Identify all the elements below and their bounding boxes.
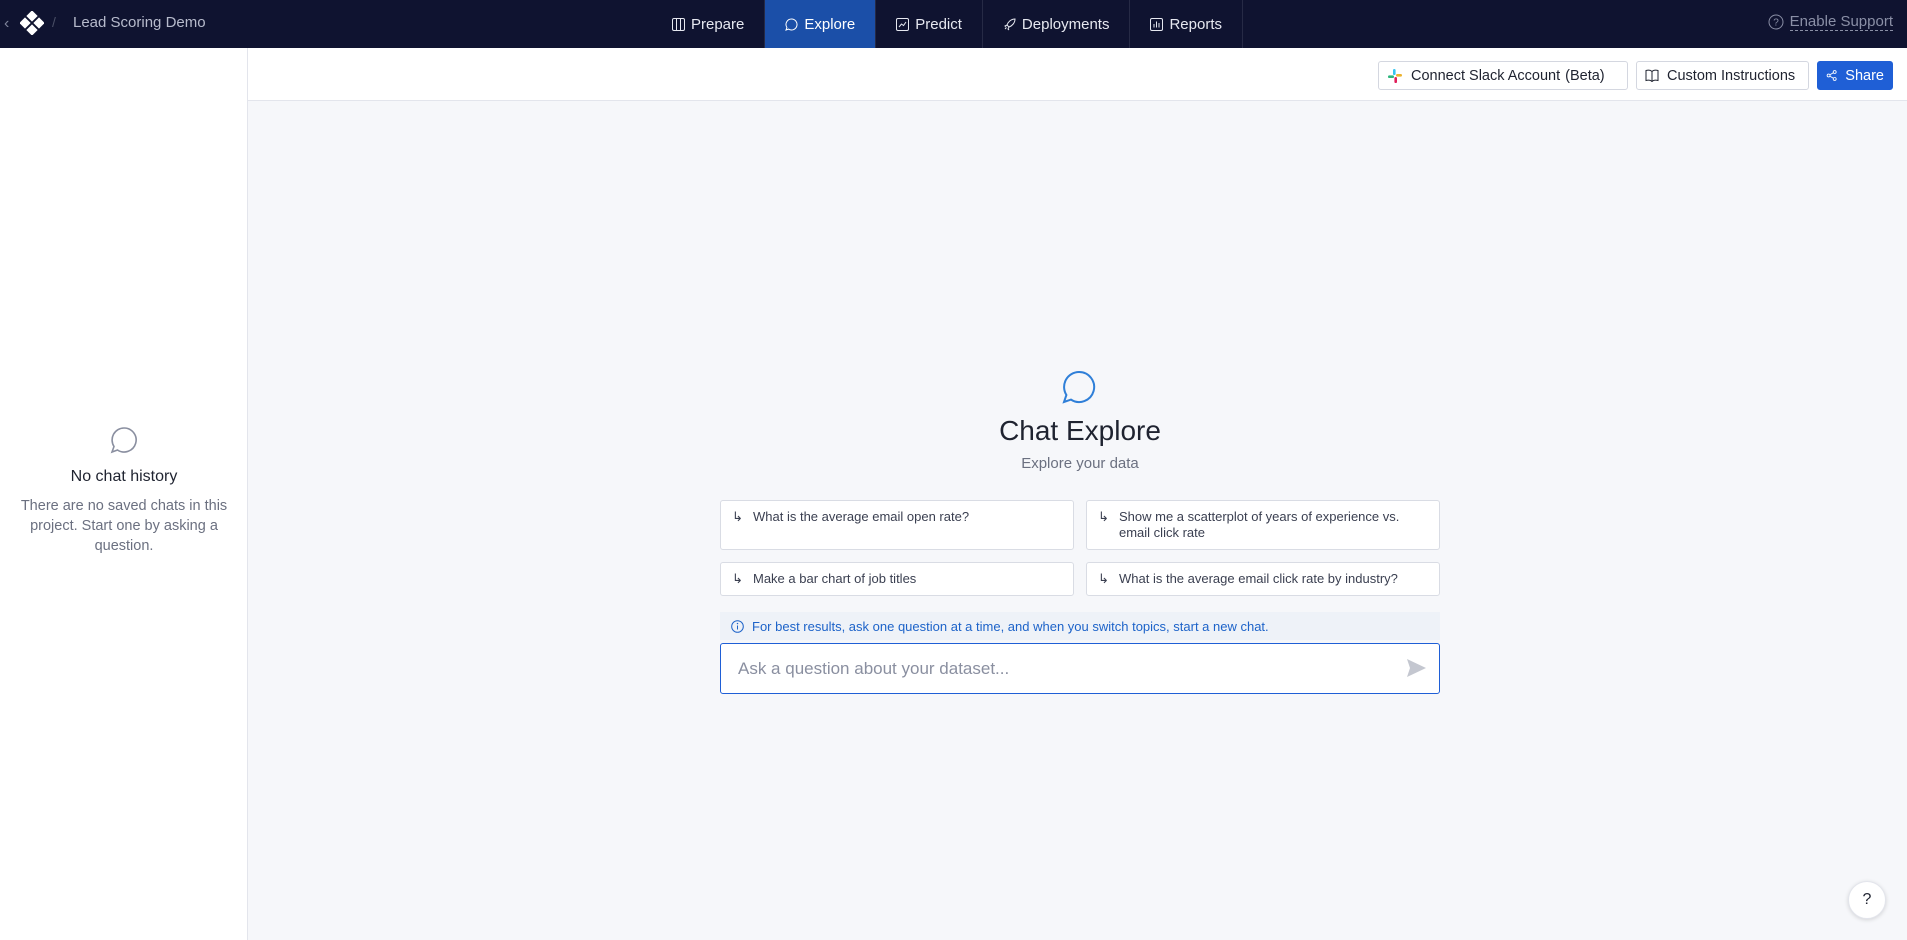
tab-label: Deployments: [1021, 15, 1110, 33]
tip-banner: For best results, ask one question at a …: [720, 612, 1440, 640]
chat-history-sidebar: No chat history There are no saved chats…: [0, 48, 248, 940]
chat-explore-icon: [1062, 370, 1096, 404]
tab-reports[interactable]: Reports: [1130, 0, 1243, 48]
table-icon: [672, 17, 685, 31]
corner-arrow-icon: ↳: [732, 571, 743, 586]
connect-slack-button[interactable]: Connect Slack Account (Beta): [1378, 61, 1628, 90]
tab-explore[interactable]: Explore: [765, 0, 877, 48]
page-subtitle: Explore your data: [1021, 455, 1139, 472]
info-icon: [731, 619, 744, 633]
tip-text: For best results, ask one question at a …: [752, 618, 1269, 634]
empty-text: There are no saved chats in this project…: [20, 498, 228, 554]
app-logo-icon[interactable]: [20, 11, 44, 35]
custom-instructions-label: Custom Instructions: [1667, 67, 1796, 84]
report-icon: [1150, 17, 1164, 31]
question-input[interactable]: [721, 644, 1381, 693]
toolbar: Connect Slack Account (Beta) Custom Inst…: [248, 48, 1907, 101]
suggestion-card[interactable]: ↳ Show me a scatterplot of years of expe…: [1086, 500, 1440, 550]
tab-label: Reports: [1169, 15, 1222, 33]
slack-icon: [1388, 68, 1402, 83]
share-icon: [1826, 70, 1837, 81]
chart-icon: [896, 17, 910, 31]
beta-badge: (Beta): [1565, 67, 1605, 84]
suggestion-card[interactable]: ↳ What is the average email click rate b…: [1086, 562, 1440, 596]
question-input-box: [720, 643, 1440, 694]
custom-instructions-button[interactable]: Custom Instructions: [1636, 61, 1809, 90]
support-label: Enable Support: [1789, 13, 1893, 31]
back-chevron-icon[interactable]: ‹: [4, 14, 18, 34]
main-tabs: Prepare Explore Predict Deployments Repo…: [652, 0, 1243, 48]
suggestion-text: What is the average email open rate?: [753, 509, 970, 524]
send-icon[interactable]: [1405, 657, 1427, 679]
suggestion-text: Make a bar chart of job titles: [753, 571, 917, 586]
suggestion-text: Show me a scatterplot of years of experi…: [1119, 509, 1400, 540]
enable-support-link[interactable]: ? Enable Support: [1768, 13, 1893, 31]
slack-label: Connect Slack Account: [1411, 67, 1561, 84]
corner-arrow-icon: ↳: [732, 509, 743, 524]
empty-title: No chat history: [70, 468, 178, 485]
project-name[interactable]: Lead Scoring Demo: [73, 14, 206, 31]
book-icon: [1645, 69, 1659, 82]
tab-predict[interactable]: Predict: [876, 0, 983, 48]
top-navbar: ‹ / Lead Scoring Demo Prepare Explore Pr…: [0, 0, 1907, 48]
tab-label: Predict: [915, 15, 962, 33]
help-button[interactable]: ?: [1848, 881, 1886, 919]
suggestion-card[interactable]: ↳ What is the average email open rate?: [720, 500, 1074, 550]
tab-deployments[interactable]: Deployments: [983, 0, 1131, 48]
chat-icon: [785, 17, 798, 31]
share-button[interactable]: Share: [1817, 61, 1893, 90]
help-circle-icon: ?: [1768, 14, 1784, 30]
rocket-icon: [1004, 17, 1016, 30]
share-label: Share: [1845, 67, 1884, 84]
corner-arrow-icon: ↳: [1098, 571, 1109, 586]
tab-prepare[interactable]: Prepare: [652, 0, 766, 48]
suggestion-text: What is the average email click rate by …: [1119, 571, 1398, 586]
suggestion-card[interactable]: ↳ Make a bar chart of job titles: [720, 562, 1074, 596]
tab-label: Explore: [804, 15, 856, 33]
corner-arrow-icon: ↳: [1098, 509, 1109, 524]
chat-bubble-icon: [110, 427, 137, 454]
tab-label: Prepare: [691, 15, 745, 33]
breadcrumb-separator: /: [52, 14, 56, 30]
page-title: Chat Explore: [999, 415, 1161, 446]
empty-state: No chat history There are no saved chats…: [0, 426, 248, 556]
svg-text:?: ?: [1773, 18, 1779, 29]
